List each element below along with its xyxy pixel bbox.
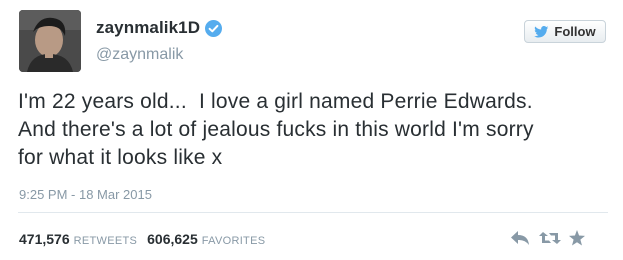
- tweet-text: I'm 22 years old... I love a girl named …: [18, 90, 534, 169]
- favorites-label[interactable]: FAVORITES: [202, 235, 266, 247]
- tweet-card: zaynmalik1D @zaynmalik Follow I'm 22 yea…: [0, 0, 623, 260]
- avatar[interactable]: [19, 10, 81, 72]
- follow-button-label: Follow: [554, 24, 596, 39]
- retweet-icon[interactable]: [539, 230, 561, 246]
- retweets-label[interactable]: RETWEETS: [74, 235, 138, 247]
- favorite-icon[interactable]: [568, 230, 588, 246]
- follow-button[interactable]: Follow: [524, 20, 606, 43]
- tweet-stats: 471,576 RETWEETS 606,625 FAVORITES: [19, 231, 275, 247]
- avatar-image: [19, 10, 81, 72]
- tweet-timestamp[interactable]: 9:25 PM - 18 Mar 2015: [19, 187, 152, 202]
- favorites-count[interactable]: 606,625: [147, 231, 198, 247]
- user-name-row: zaynmalik1D: [96, 18, 223, 38]
- retweets-count[interactable]: 471,576: [19, 231, 70, 247]
- divider: [18, 212, 608, 213]
- tweet-actions: [510, 230, 588, 246]
- twitter-bird-icon: [534, 25, 549, 38]
- user-full-name[interactable]: zaynmalik1D: [96, 18, 200, 38]
- verified-badge-icon: [205, 19, 223, 37]
- user-screen-name[interactable]: @zaynmalik: [96, 46, 183, 64]
- reply-icon[interactable]: [510, 230, 530, 246]
